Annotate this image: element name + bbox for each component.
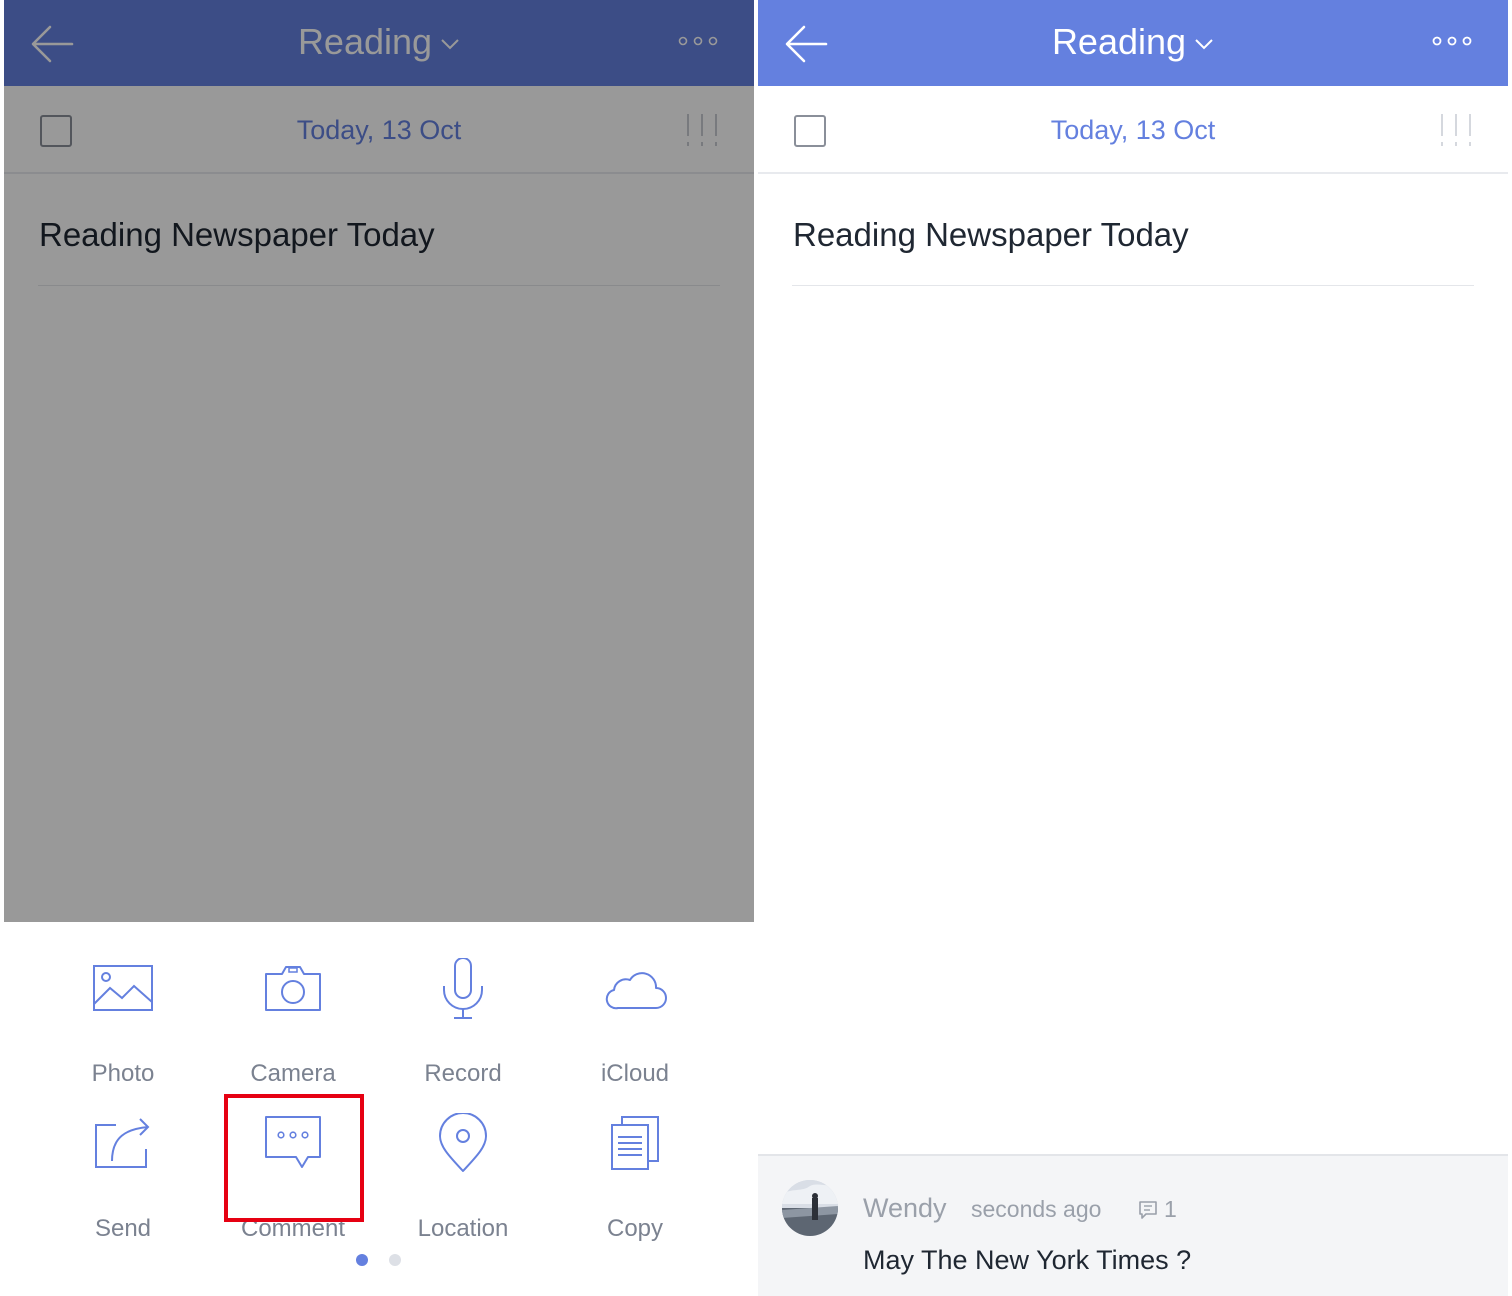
page-dot[interactable] xyxy=(389,1254,401,1266)
cloud-icon xyxy=(605,972,667,1010)
nav-bar: Reading xyxy=(758,0,1508,86)
photo-label: Photo xyxy=(91,1060,155,1087)
location-pin-icon xyxy=(439,1113,487,1172)
priority-icon[interactable] xyxy=(1438,112,1474,148)
task-title[interactable]: Reading Newspaper Today xyxy=(793,212,1189,258)
comment-timestamp: seconds ago xyxy=(971,1196,1102,1222)
share-icon xyxy=(95,1118,150,1168)
location-label: Location xyxy=(417,1215,509,1242)
camera-icon xyxy=(265,966,321,1011)
chevron-down-icon xyxy=(1195,39,1213,50)
location-button[interactable]: Location xyxy=(378,1113,548,1243)
record-button[interactable]: Record xyxy=(378,958,548,1088)
copy-label: Copy xyxy=(606,1215,664,1242)
send-label: Send xyxy=(94,1215,152,1242)
comment-text[interactable]: May The New York Times ? xyxy=(863,1242,1191,1278)
comment-username[interactable]: Wendy xyxy=(863,1190,947,1226)
comment-highlight-box xyxy=(224,1094,364,1222)
comment-count-icon xyxy=(1139,1201,1157,1219)
divider xyxy=(792,285,1474,286)
send-button[interactable]: Send xyxy=(38,1113,208,1243)
left-screen: Reading Today, 13 Oct Reading Newspaper … xyxy=(4,0,754,1296)
photo-button[interactable]: Photo xyxy=(38,958,208,1088)
due-date[interactable]: Today, 13 Oct xyxy=(758,110,1508,150)
icloud-button[interactable]: iCloud xyxy=(550,958,720,1088)
right-screen: Reading Today, 13 Oct Reading Newspaper … xyxy=(758,0,1508,1296)
avatar[interactable] xyxy=(782,1180,838,1236)
camera-button[interactable]: Camera xyxy=(208,958,378,1088)
comment-count[interactable]: 1 xyxy=(1138,1193,1177,1225)
copy-button[interactable]: Copy xyxy=(550,1113,720,1243)
camera-label: Camera xyxy=(250,1060,336,1087)
nav-title-text: Reading xyxy=(1051,21,1187,62)
date-row: Today, 13 Oct xyxy=(758,86,1508,174)
comment-count-value: 1 xyxy=(1164,1196,1177,1222)
action-sheet: Photo Camera Record iCloud Send Comment … xyxy=(4,922,754,1296)
photo-icon xyxy=(93,965,153,1011)
avatar-photo xyxy=(782,1180,838,1236)
copy-icon xyxy=(611,1116,659,1170)
page-dot-active[interactable] xyxy=(356,1254,368,1266)
comment-panel: Wendy seconds ago 1 May The New York Tim… xyxy=(758,1154,1508,1296)
page-indicator xyxy=(354,1254,404,1266)
record-label: Record xyxy=(424,1060,502,1087)
nav-bar: Reading xyxy=(4,0,754,86)
nav-title[interactable]: Reading xyxy=(758,18,1508,66)
nav-dim-overlay xyxy=(4,0,754,86)
more-icon[interactable] xyxy=(1432,34,1472,48)
icloud-label: iCloud xyxy=(600,1060,670,1087)
dim-overlay[interactable] xyxy=(4,86,754,922)
microphone-icon xyxy=(443,958,483,1019)
